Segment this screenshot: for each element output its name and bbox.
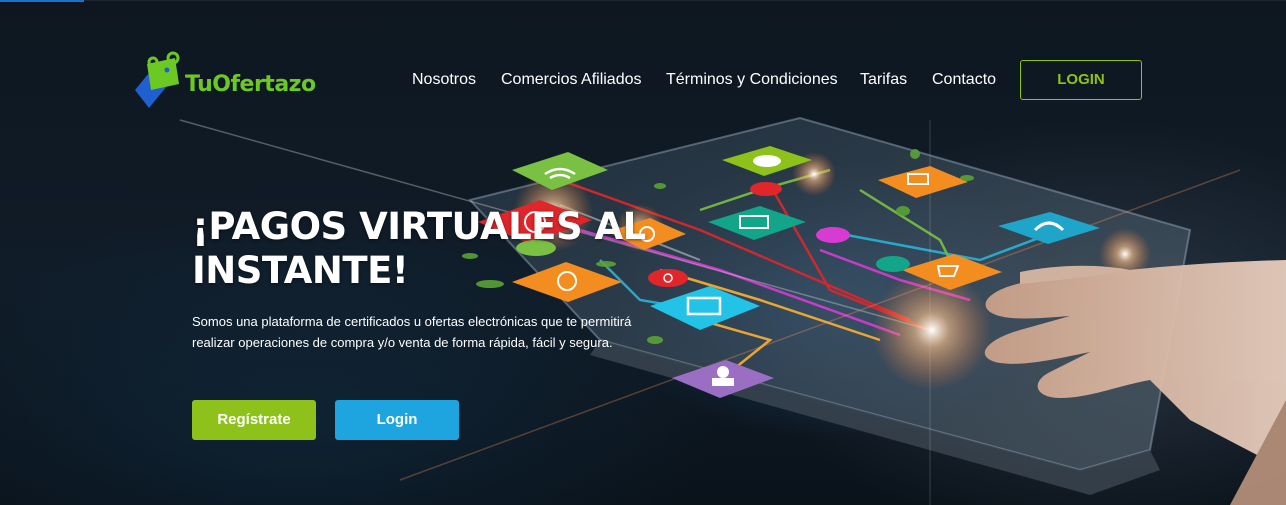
hero-subtitle: Somos una plataforma de certificados u o… [192,311,672,353]
nav-item-comercios-afiliados[interactable]: Comercios Afiliados [501,71,642,89]
nav-item-tarifas[interactable]: Tarifas [860,71,907,89]
small-tile [816,227,850,243]
nav-item-terminos[interactable]: Términos y Condiciones [666,71,838,89]
hero-section: TuOfertazo Nosotros Comercios Afiliados … [0,0,1286,505]
brand-logo[interactable]: TuOfertazo [133,46,323,110]
shopping-bag-logo-icon [135,51,180,108]
hero-headline: ¡PAGOS VIRTUALES AL INSTANTE! [192,205,652,293]
brand-name: TuOfertazo [185,72,316,97]
header-login-button[interactable]: LOGIN [1020,60,1142,100]
small-tile [876,256,910,272]
nav-item-contacto[interactable]: Contacto [932,71,996,89]
hero-subtitle-line2: realizar operaciones de compra y/o venta… [192,335,613,350]
small-tile [750,182,782,196]
brand-name-suffix: Ofertazo [212,72,316,97]
hero-headline-line2: INSTANTE! [192,249,409,292]
hero-subtitle-line1: Somos una plataforma de certificados u o… [192,314,632,329]
nav-item-nosotros[interactable]: Nosotros [412,71,476,89]
at-sign-icon [648,269,688,287]
light-flare [872,270,992,390]
register-button[interactable]: Regístrate [192,400,316,440]
hero-login-button[interactable]: Login [335,400,459,440]
brand-name-prefix: Tu [185,72,213,97]
hero-headline-line1: ¡PAGOS VIRTUALES AL [192,205,646,248]
